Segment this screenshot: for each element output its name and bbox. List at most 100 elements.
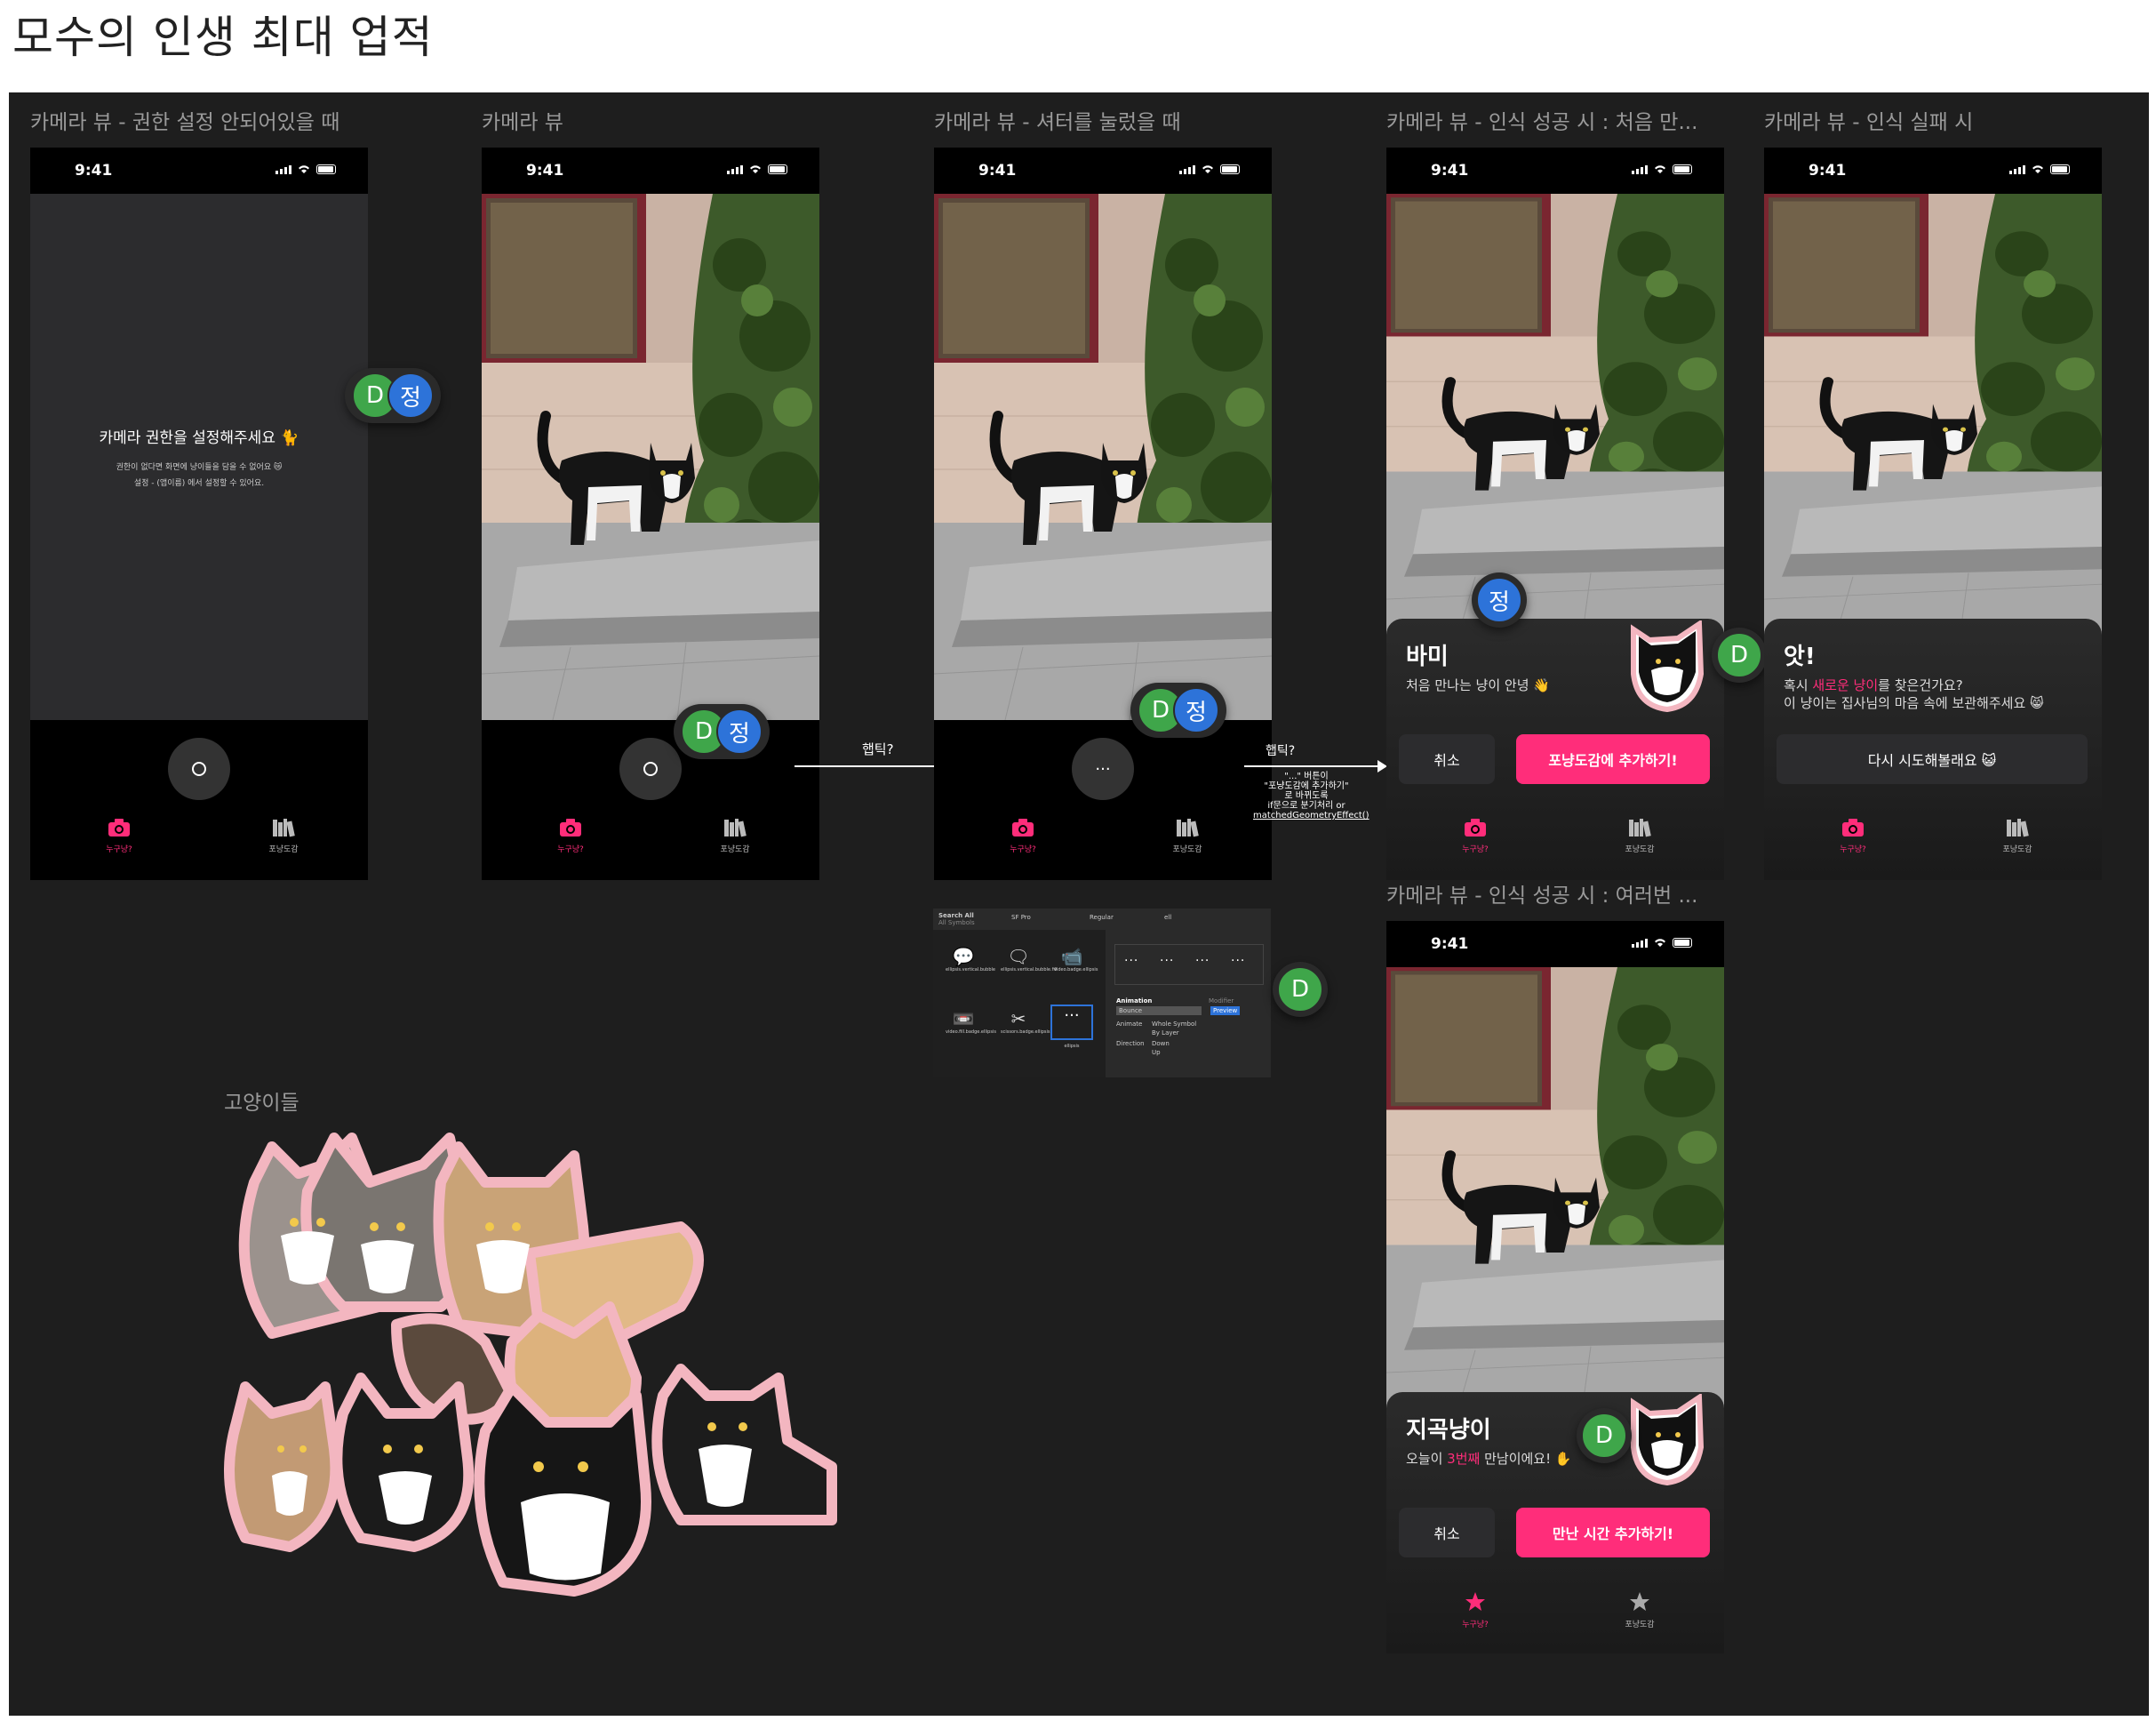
sf-search-field[interactable]: ell <box>1164 914 1171 921</box>
tab-bar: 누구냥? 포냥도감 <box>934 809 1272 871</box>
tab-book[interactable]: 포냥도감 <box>1152 818 1223 854</box>
tab-camera[interactable]: 누구냥? <box>1440 1591 1511 1629</box>
sf-font-select[interactable]: SF Pro <box>1011 914 1031 921</box>
tab-camera-label: 누구냥? <box>1462 1621 1489 1629</box>
sf-symbol-item[interactable]: ✂ scissors.badge.ellipsis <box>1001 1008 1050 1035</box>
cancel-button[interactable]: 취소 <box>1399 1508 1495 1557</box>
sf-symbols-panel[interactable]: Search All All Symbols SF Pro Regular el… <box>933 909 1271 1077</box>
add-meeting-time-button[interactable]: 만난 시간 추가하기! <box>1516 1508 1710 1557</box>
note-line: "..." 버튼이 <box>1284 772 1329 781</box>
tab-book[interactable]: 포냥도감 <box>248 818 319 854</box>
tab-camera[interactable]: 누구냥? <box>84 818 155 854</box>
collaborator-avatar[interactable]: D <box>1712 628 1767 683</box>
books-icon <box>2007 819 2029 837</box>
sf-symbol-item[interactable]: 🗨 ellipsis.vertical.bubble.fill <box>1001 946 1058 973</box>
permission-desc-2: 설정 - (앱이름) 에서 설정할 수 있어요. <box>133 479 265 488</box>
sf-symbol-item[interactable]: 📼 video.fill.badge.ellipsis <box>946 1008 996 1035</box>
signal-icon <box>1179 165 1195 174</box>
avatar-jeong[interactable]: 정 <box>716 708 763 755</box>
add-to-book-button[interactable]: 포냥도감에 추가하기! <box>1516 734 1710 784</box>
collaborator-avatar[interactable]: 정 <box>1472 572 1527 628</box>
frame-label-no-permission[interactable]: 카메라 뷰 - 권한 설정 안되어있을 때 <box>30 105 339 135</box>
cat-stickers-illustration <box>224 1133 837 1597</box>
wifi-icon <box>1202 165 1213 173</box>
wifi-icon <box>299 165 309 173</box>
note-line: if문으로 분기처리 or <box>1267 801 1346 811</box>
tab-book[interactable]: 포냥도감 <box>1604 818 1675 854</box>
status-time: 9:41 <box>1809 162 1847 180</box>
frame-label-shutter[interactable]: 카메라 뷰 - 셔터를 눌렀을 때 <box>934 105 1181 135</box>
camera-preview-photo <box>1764 194 2102 638</box>
frame-label-success-repeat[interactable]: 카메라 뷰 - 인식 성공 시 : 여러번 ... <box>1386 878 1697 909</box>
tab-camera[interactable]: 누구냥? <box>535 818 606 854</box>
star-icon <box>1630 1592 1649 1611</box>
collaborator-avatar[interactable]: D <box>1273 962 1328 1017</box>
avatar-jeong[interactable]: 정 <box>387 372 434 419</box>
frame-label-camera[interactable]: 카메라 뷰 <box>482 105 563 135</box>
tab-camera-label: 누구냥? <box>106 845 132 854</box>
sf-weight-select[interactable]: Regular <box>1090 914 1114 921</box>
avatar-d[interactable]: D <box>1277 966 1323 1013</box>
status-bar: 9:41 <box>482 148 819 194</box>
sf-symbol-item-selected[interactable]: ··· <box>1050 1005 1093 1040</box>
avatar-d[interactable]: D <box>1716 632 1762 678</box>
tab-book[interactable]: 포냥도감 <box>699 818 771 854</box>
phone-frame-success-first[interactable]: 9:41 바미 처음 만나는 냥이 안녕 👋 취소 포냥도감에 추가하기! 누구… <box>1386 148 1724 880</box>
collaborator-avatars[interactable]: D 정 <box>1130 683 1226 738</box>
status-bar: 9:41 <box>1764 148 2102 194</box>
shutter-ellipsis-button[interactable]: ··· <box>1072 738 1134 800</box>
sf-radio-bylayer[interactable]: By Layer <box>1152 1029 1179 1037</box>
sf-symbol-item[interactable]: 💬 ellipsis.vertical.bubble <box>946 946 995 973</box>
text-part: 만남이에요! ✋ <box>1480 1451 1572 1467</box>
sf-preview-button[interactable]: Preview <box>1210 1006 1241 1015</box>
tab-book[interactable]: 포냥도감 <box>1604 1591 1675 1629</box>
tab-camera[interactable]: 누구냥? <box>1440 818 1511 854</box>
frame-label-fail[interactable]: 카메라 뷰 - 인식 실패 시 <box>1764 105 1973 135</box>
tab-book[interactable]: 포냥도감 <box>1982 818 2053 854</box>
tab-book-label: 포냥도감 <box>2002 845 2032 854</box>
sf-symbol-name: scissors.badge.ellipsis <box>1001 1029 1050 1035</box>
sf-symbol-name: video.fill.badge.ellipsis <box>946 1029 996 1035</box>
sf-radio-whole[interactable]: Whole Symbol <box>1152 1021 1196 1028</box>
collaborator-avatars[interactable]: D 정 <box>345 368 441 423</box>
avatar-d[interactable]: D <box>1581 1413 1627 1459</box>
camera-preview-photo <box>482 194 819 720</box>
wifi-icon <box>2032 165 2043 173</box>
cancel-button[interactable]: 취소 <box>1399 734 1495 784</box>
shutter-button[interactable] <box>168 738 230 800</box>
sf-preview-area: ··· ··· ··· ··· <box>1114 944 1264 985</box>
tab-camera[interactable]: 누구냥? <box>987 818 1058 854</box>
sf-radio-up[interactable]: Up <box>1152 1049 1161 1056</box>
tab-camera[interactable]: 누구냥? <box>1817 818 1888 854</box>
phone-frame-success-repeat[interactable]: 9:41 지곡냥이 오늘이 3번째 만남이에요! ✋ 취소 만난 시간 추가하기… <box>1386 921 1724 1653</box>
avatar-jeong[interactable]: 정 <box>1476 577 1522 623</box>
cat-sticker-icon <box>1631 620 1705 713</box>
camera-preview-photo <box>1386 967 1724 1412</box>
avatar-jeong[interactable]: 정 <box>1173 687 1219 733</box>
shutter-button[interactable] <box>619 738 682 800</box>
sf-animation-label: Animation <box>1116 997 1153 1005</box>
cat-sticker-icon <box>1631 1394 1705 1486</box>
battery-icon <box>316 164 336 174</box>
phone-frame-shutter[interactable]: 9:41 ··· 누구냥? 포냥도감 <box>934 148 1272 880</box>
frame-label-success-first[interactable]: 카메라 뷰 - 인식 성공 시 : 처음 만... <box>1386 105 1697 135</box>
collaborator-avatar[interactable]: D <box>1577 1408 1632 1463</box>
retry-button[interactable]: 다시 시도해볼래요 😺 <box>1777 734 2088 784</box>
sf-symbol-name: ellipsis.vertical.bubble.fill <box>1001 967 1058 973</box>
tab-bar: 누구냥? 포냥도감 <box>1386 1582 1724 1645</box>
phone-frame-no-permission[interactable]: 9:41 카메라 권한을 설정해주세요 🐈 권한이 없다면 화면에 냥이들을 담… <box>30 148 368 880</box>
sf-animation-select[interactable]: Bounce <box>1116 1006 1202 1015</box>
phone-frame-fail[interactable]: 9:41 앗! 혹시 새로운 냥이를 찾은건가요? 이 냥이는 집사님의 마음 … <box>1764 148 2102 880</box>
sf-radio-down[interactable]: Down <box>1152 1040 1170 1047</box>
books-icon <box>1629 819 1651 837</box>
sf-symbol-item[interactable]: 📹 video.badge.ellipsis <box>1054 946 1098 973</box>
camera-icon <box>1842 819 1864 836</box>
collaborator-avatars[interactable]: D 정 <box>674 704 770 759</box>
camera-preview-photo <box>934 194 1272 720</box>
wifi-icon <box>1655 165 1665 173</box>
phone-frame-camera[interactable]: 9:41 누구냥? 포냥도감 <box>482 148 819 880</box>
tab-book-label: 포냥도감 <box>268 845 299 854</box>
frame-label-cats[interactable]: 고양이들 <box>224 1085 299 1116</box>
sf-symbol-name: ellipsis <box>1064 1044 1080 1049</box>
tab-book-label: 포냥도감 <box>720 845 750 854</box>
